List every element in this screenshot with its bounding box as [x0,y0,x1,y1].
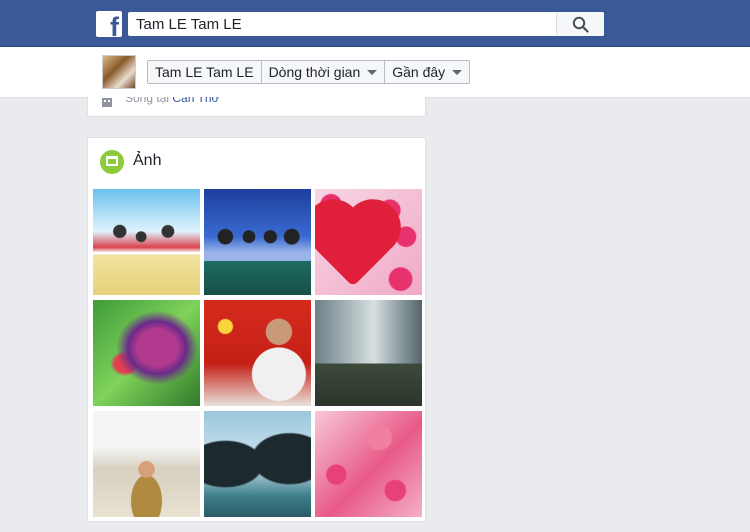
photo-thumbnail[interactable] [315,411,422,517]
caret-down-icon [367,69,378,75]
lives-in-text: Sống tại Cần Thơ [125,97,219,105]
photo-thumbnail[interactable] [315,189,422,295]
photo-thumbnail[interactable] [204,411,311,517]
lives-in-place-link[interactable]: Cần Thơ [172,97,219,105]
photo-thumbnail[interactable] [93,189,200,295]
photos-card: Ảnh [87,137,426,522]
timeline-nav-bar: Tam LE Tam LE Dòng thời gian Gần đây [0,47,750,98]
photos-title[interactable]: Ảnh [133,152,161,170]
search-input[interactable] [128,12,556,36]
profile-name-link[interactable]: Tam LE Tam LE [148,61,262,83]
avatar[interactable] [102,55,136,89]
photo-thumbnail[interactable] [204,189,311,295]
timeline-label: Dòng thời gian [268,64,361,80]
facebook-logo-icon[interactable]: f [96,11,122,37]
recent-dropdown[interactable]: Gần đây [385,61,469,83]
photo-thumbnail[interactable] [93,411,200,517]
lives-in-prefix: Sống tại [125,97,170,105]
intro-card: Sống tại Cần Thơ [87,97,426,117]
caret-down-icon [452,69,463,75]
photo-thumbnail[interactable] [93,300,200,406]
photos-icon [100,150,124,174]
photo-thumbnail[interactable] [204,300,311,406]
home-icon [102,98,112,107]
breadcrumb: Tam LE Tam LE Dòng thời gian Gần đây [147,60,471,84]
profile-name: Tam LE Tam LE [155,64,254,80]
photos-grid [93,189,422,517]
search-box [128,12,604,36]
search-button[interactable] [556,12,604,36]
recent-label: Gần đây [392,64,446,80]
top-bar: f [0,0,750,47]
search-icon [572,16,589,33]
timeline-dropdown[interactable]: Dòng thời gian [262,61,386,83]
photo-thumbnail[interactable] [315,300,422,406]
logo-letter: f [110,12,119,38]
